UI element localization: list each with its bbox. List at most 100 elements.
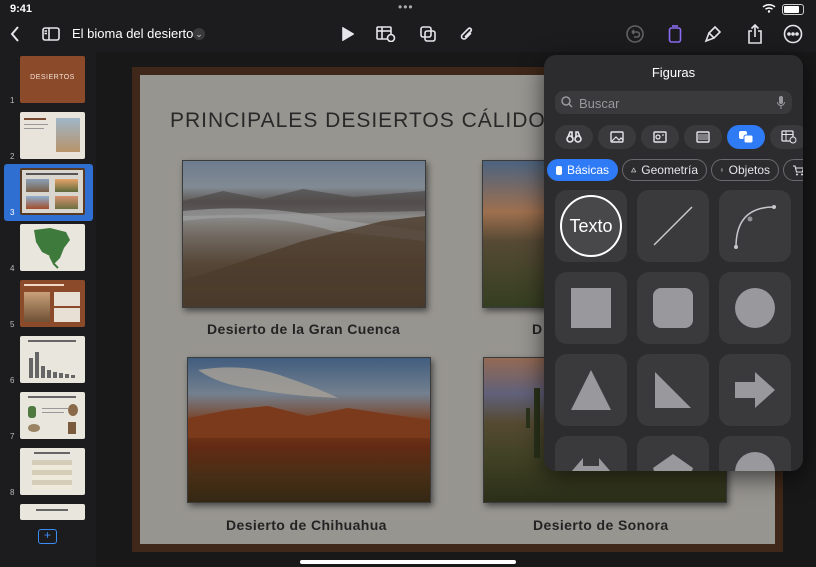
category-photos[interactable]: [598, 125, 636, 149]
slide-number: 5: [10, 320, 15, 329]
slide-thumbnail-7[interactable]: [20, 392, 85, 439]
square-icon: [556, 165, 562, 175]
table-button[interactable]: [374, 18, 398, 50]
chevron-down-icon: ⌄: [195, 29, 203, 39]
paintbrush-icon: [704, 25, 722, 43]
plus-icon: +: [43, 528, 51, 542]
triangle-shape-icon: [571, 370, 611, 410]
undo-button[interactable]: [624, 18, 646, 50]
thumbnail-title: DESIERTOS: [30, 74, 75, 81]
chip-objects[interactable]: Objetos: [711, 159, 779, 181]
shape-circle[interactable]: [719, 272, 791, 344]
image-icon: [610, 131, 624, 143]
slide-number: 1: [10, 96, 15, 105]
slide-number: 8: [10, 488, 15, 497]
shape-pentagon[interactable]: [637, 436, 709, 471]
sidebar-icon: [42, 27, 60, 41]
shape-square[interactable]: [555, 272, 627, 344]
ellipsis-icon: [783, 24, 803, 44]
search-field[interactable]: [555, 91, 792, 114]
document-title[interactable]: El bioma del desierto: [72, 26, 193, 41]
shape-double-arrow[interactable]: [555, 436, 627, 471]
slide-number: 7: [10, 432, 15, 441]
chevron-left-icon: [10, 26, 19, 42]
curve-shape-icon: [734, 205, 776, 249]
shape-rounded-square[interactable]: [637, 272, 709, 344]
right-triangle-shape-icon: [655, 372, 691, 408]
status-time: 9:41: [10, 3, 33, 15]
shapes-icon: [420, 26, 436, 42]
play-button[interactable]: [338, 18, 358, 50]
shape-category-chips: Básicas Geometría Objetos: [547, 159, 803, 183]
battery-icon: [782, 4, 804, 15]
chip-label: Básicas: [566, 163, 609, 177]
format-icon: [668, 25, 682, 43]
search-input[interactable]: [577, 93, 771, 114]
square-shape-icon: [571, 288, 611, 328]
slide-number: 2: [10, 152, 15, 161]
slide-thumbnail-3[interactable]: [20, 168, 85, 215]
multitasking-dots[interactable]: •••: [398, 0, 414, 14]
more-button[interactable]: [782, 18, 804, 50]
toolbar: El bioma del desierto ⌄: [0, 18, 816, 52]
shape-line[interactable]: [637, 190, 709, 262]
slide-thumbnail-6[interactable]: [20, 336, 85, 383]
circle-shape-icon: [735, 288, 775, 328]
shape-arrow[interactable]: [719, 354, 791, 426]
sidebar-toggle-button[interactable]: [40, 18, 62, 50]
category-bar: [555, 125, 803, 149]
back-button[interactable]: [4, 18, 26, 50]
slide-number: 3: [10, 208, 15, 217]
slide-thumbnail-1[interactable]: DESIERTOS: [20, 56, 85, 103]
slide-thumbnail-4[interactable]: [20, 224, 85, 271]
arrow-shape-icon: [735, 372, 775, 408]
objects-icon: [720, 168, 723, 172]
add-slide-button[interactable]: +: [38, 529, 57, 544]
shape-triangle[interactable]: [555, 354, 627, 426]
slide-thumbnail-2[interactable]: [20, 112, 85, 159]
line-shape-icon: [653, 206, 693, 246]
chip-basic[interactable]: Básicas: [547, 159, 618, 181]
paperclip-icon: [460, 27, 473, 40]
undo-icon: [626, 25, 644, 43]
share-button[interactable]: [744, 18, 766, 50]
category-media[interactable]: [641, 125, 679, 149]
title-menu-button[interactable]: ⌄: [193, 28, 205, 40]
slide-navigator: DESIERTOS 1 2 3 4 5 6 7 8 +: [0, 52, 96, 567]
category-tables[interactable]: [770, 125, 803, 149]
chip-label: Geometría: [641, 163, 698, 177]
slide-thumbnail-9[interactable]: [20, 504, 85, 520]
animate-button[interactable]: [702, 18, 724, 50]
slide-thumbnail-5[interactable]: [20, 280, 85, 327]
play-icon: [342, 27, 354, 41]
category-recents[interactable]: [555, 125, 593, 149]
format-button[interactable]: [664, 18, 686, 50]
text-shape-circle: Texto: [560, 195, 622, 257]
microphone-icon[interactable]: [777, 96, 785, 109]
texture-icon: [696, 131, 710, 143]
semicircle-shape-icon: [735, 452, 775, 471]
rounded-square-shape-icon: [653, 288, 693, 328]
shape-semicircle[interactable]: [719, 436, 791, 471]
text-shape-label: Texto: [569, 215, 613, 236]
category-shapes[interactable]: [727, 125, 765, 149]
chip-geometry[interactable]: Geometría: [622, 159, 707, 181]
shapes-popover: Figuras Básicas Geometrí: [544, 55, 803, 471]
slide-number: 4: [10, 264, 15, 273]
shapes-button[interactable]: [416, 18, 440, 50]
slide-thumbnail-8[interactable]: [20, 448, 85, 495]
table-icon: [376, 26, 396, 42]
slide-number: 6: [10, 376, 15, 385]
search-icon: [561, 96, 573, 108]
chip-transport[interactable]: [783, 159, 803, 181]
shape-right-triangle[interactable]: [637, 354, 709, 426]
wifi-icon: [762, 3, 776, 16]
category-textures[interactable]: [684, 125, 722, 149]
shape-text[interactable]: Texto: [555, 190, 627, 262]
shape-curve[interactable]: [719, 190, 791, 262]
attach-button[interactable]: [456, 18, 478, 50]
pentagon-shape-icon: [653, 454, 693, 471]
cart-icon: [793, 165, 803, 176]
popover-title: Figuras: [651, 65, 696, 80]
photo-collage-icon: [653, 131, 667, 143]
